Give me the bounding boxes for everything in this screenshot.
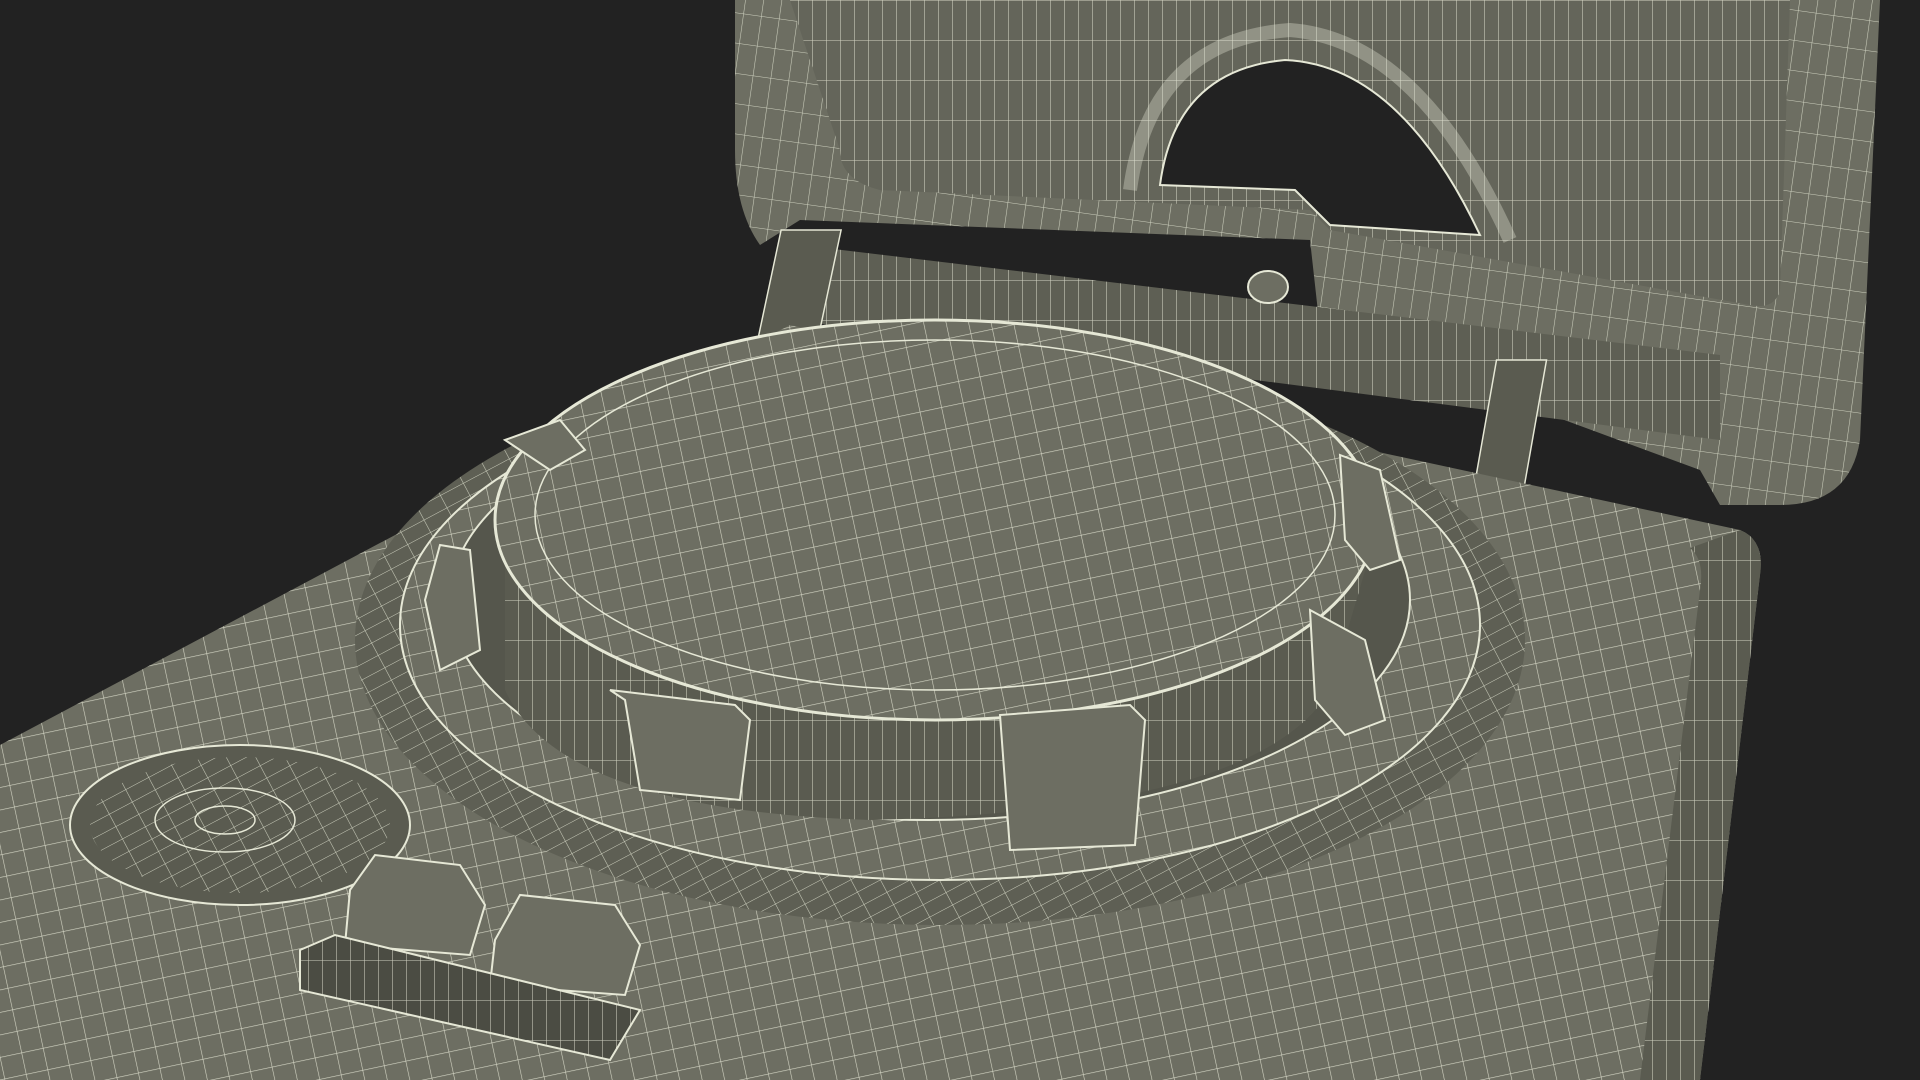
3d-viewport[interactable]: [0, 0, 1920, 1080]
wireframe-model: [0, 0, 1880, 1080]
center-puck: [493, 318, 1380, 820]
